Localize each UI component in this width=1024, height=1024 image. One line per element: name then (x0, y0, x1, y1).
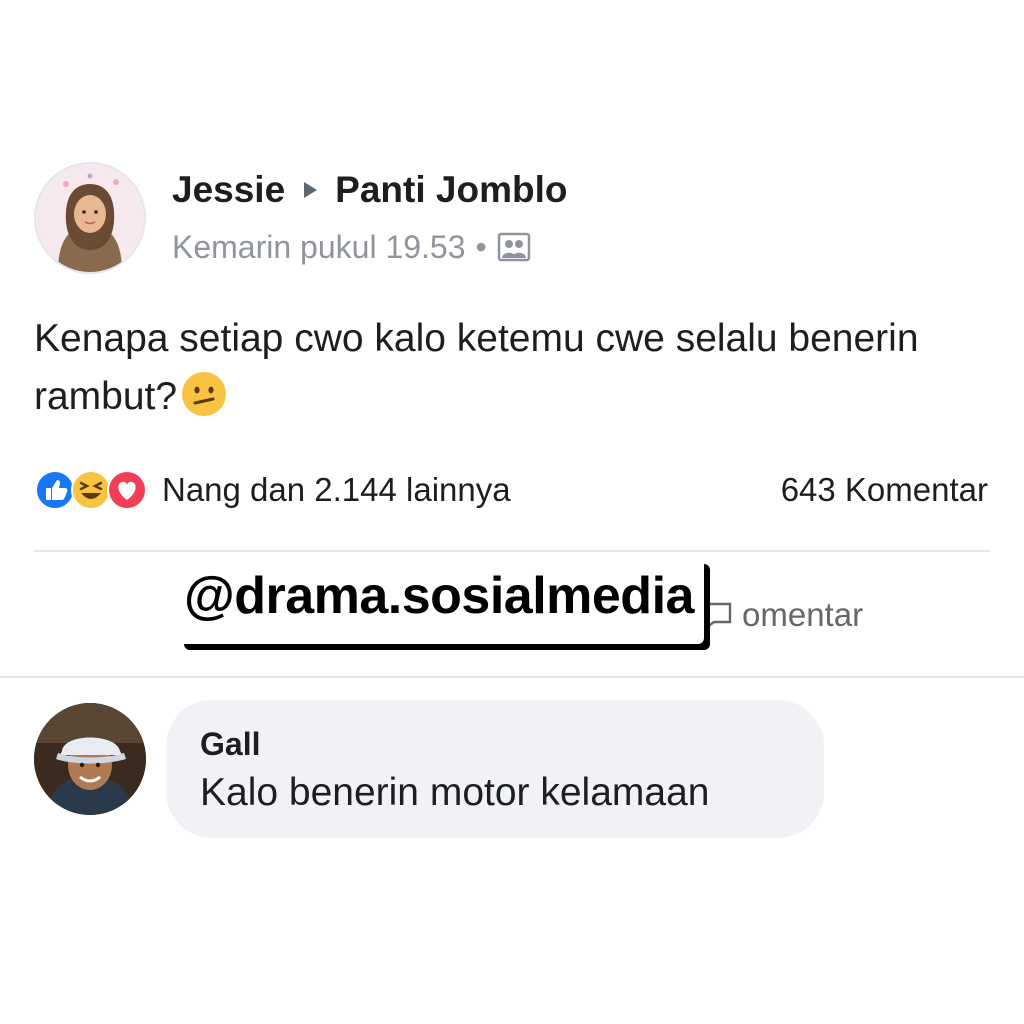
post-meta: Kemarin pukul 19.53 • (172, 226, 531, 268)
reactions-text: Nang dan 2.144 lainnya (162, 471, 511, 508)
group-icon (497, 232, 530, 262)
triangle-right-icon (304, 182, 318, 198)
post-author-name[interactable]: Jessie (172, 169, 285, 211)
meta-separator: • (475, 228, 487, 265)
confused-face-icon (182, 372, 227, 416)
post-body: Kenapa setiap cwo kalo ketemu cwe selalu… (34, 310, 994, 426)
post-group-name[interactable]: Panti Jomblo (335, 169, 567, 211)
divider (0, 676, 1024, 678)
love-icon (107, 470, 147, 510)
post-header: Jessie Panti Jomblo (172, 168, 567, 212)
comment-bubble: Gall Kalo benerin motor kelamaan (166, 700, 824, 838)
comment-count[interactable]: 643 Komentar (781, 466, 988, 514)
post-author-avatar[interactable] (34, 162, 146, 274)
post-text: Kenapa setiap cwo kalo ketemu cwe selalu… (34, 317, 919, 418)
reactions-summary[interactable]: Nang dan 2.144 lainnya (34, 466, 511, 514)
comment-button[interactable]: omentar (700, 592, 863, 638)
post-timestamp[interactable]: Kemarin pukul 19.53 (172, 229, 466, 266)
commenter-avatar[interactable] (34, 703, 146, 815)
watermark: @drama.sosialmedia (178, 558, 704, 644)
comment-button-label: omentar (742, 596, 864, 633)
comment-author-name[interactable]: Gall (200, 722, 790, 766)
comment-icon (702, 602, 732, 631)
avatar-image (34, 703, 146, 815)
divider (34, 550, 990, 552)
comment-text: Kalo benerin motor kelamaan (200, 771, 710, 814)
avatar-image (36, 164, 144, 272)
